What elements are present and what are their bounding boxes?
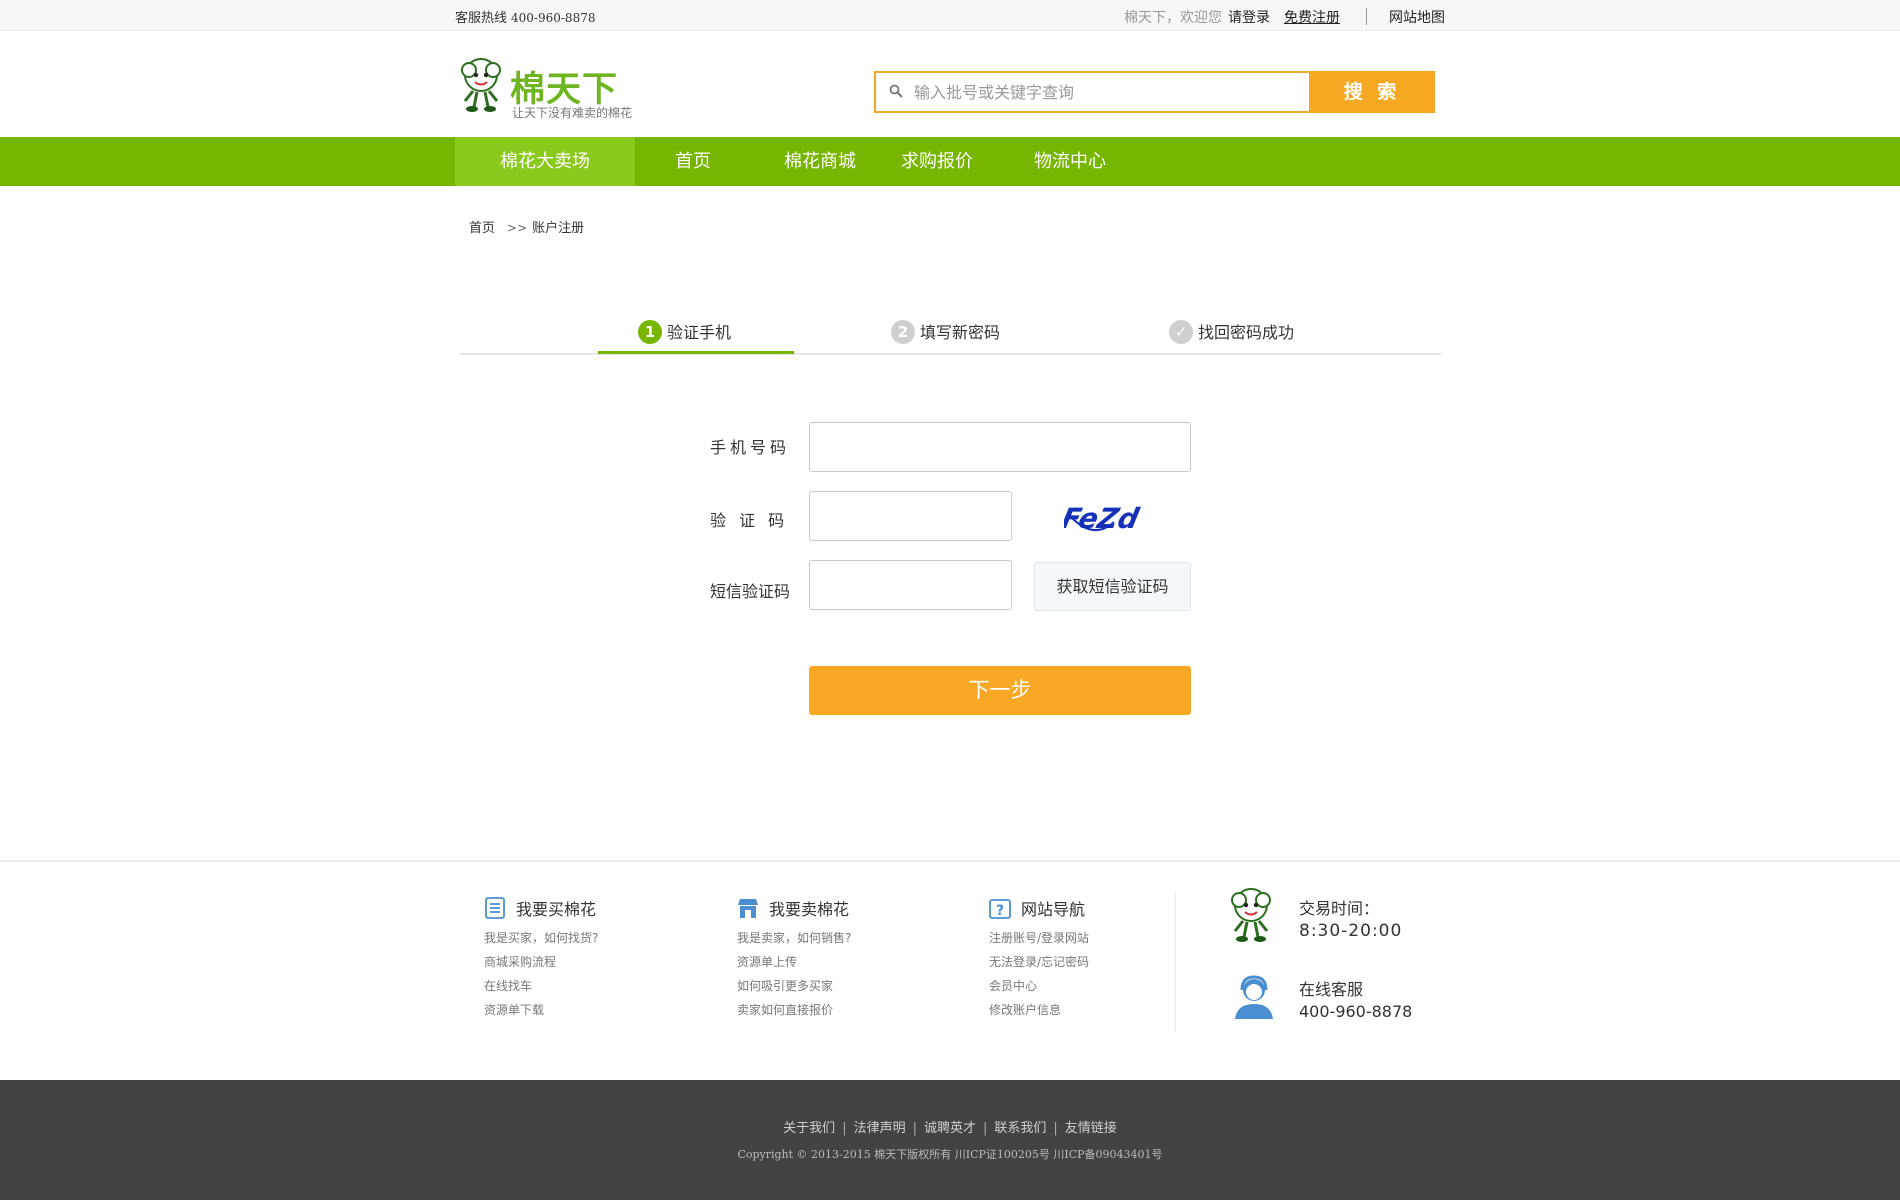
- top-bar: 客服热线 400-960-8878 棉天下，欢迎您 请登录 免费注册 网站地图: [0, 0, 1900, 31]
- phone-label: 手机号码: [710, 438, 791, 457]
- top-user-links: 棉天下，欢迎您 请登录 免费注册 网站地图: [1124, 7, 1445, 27]
- footer-column-title-text: 我要卖棉花: [769, 900, 850, 919]
- footer-column-sell: 我要卖棉花 我是卖家，如何销售? 资源单上传 如何吸引更多买家 卖家如何直接报价: [737, 897, 851, 1019]
- footer-column-title-text: 我要买棉花: [516, 900, 597, 919]
- cotton-mascot-icon: [461, 58, 501, 112]
- svg-text:?: ?: [996, 903, 1004, 919]
- logo-slogan: 让天下没有难卖的棉花: [512, 106, 633, 120]
- header: 棉天下 让天下没有难卖的棉花 搜 索: [0, 31, 1900, 137]
- step-label: 填写新密码: [920, 323, 1001, 342]
- phone-input[interactable]: [809, 422, 1191, 472]
- bottom-link-contact[interactable]: 联系我们: [994, 1121, 1046, 1136]
- breadcrumb-current: 账户注册: [532, 221, 585, 236]
- footer-column-title-text: 网站导航: [1021, 900, 1086, 919]
- footer-link[interactable]: 在线找车: [484, 978, 598, 995]
- next-step-button[interactable]: 下一步: [809, 666, 1191, 715]
- footer-link[interactable]: 如何吸引更多买家: [737, 978, 851, 995]
- search-input[interactable]: [914, 77, 1294, 107]
- nav-item-home[interactable]: 首页: [653, 137, 733, 186]
- captcha-label: 验 证 码: [710, 511, 789, 530]
- footer-divider: [1175, 892, 1176, 1032]
- progress-steps: 1 验证手机 2 填写新密码 ✓ 找回密码成功: [460, 315, 1441, 355]
- step-label: 验证手机: [667, 323, 732, 342]
- search-icon: [889, 84, 903, 98]
- divider: [1366, 8, 1367, 25]
- hotline-number: 400-960-8878: [511, 11, 596, 25]
- login-link[interactable]: 请登录: [1228, 7, 1270, 27]
- help-icon: ?: [989, 899, 1011, 919]
- register-link[interactable]: 免费注册: [1284, 7, 1340, 27]
- captcha-text: FeZd: [1064, 502, 1142, 535]
- sitemap-link[interactable]: 网站地图: [1389, 7, 1445, 27]
- step-new-password: 2 填写新密码: [891, 319, 1000, 344]
- hotline-label: 客服热线: [455, 11, 508, 26]
- step-verify-phone: 1 验证手机: [638, 319, 731, 344]
- main-nav: 棉花大卖场 首页 棉花商城 求购报价 物流中心: [0, 137, 1900, 186]
- sms-code-label: 短信验证码: [710, 582, 791, 601]
- captcha-image[interactable]: FeZd: [1064, 500, 1144, 540]
- footer-link[interactable]: 资源单下载: [484, 1002, 598, 1019]
- nav-item-logistics[interactable]: 物流中心: [1015, 137, 1125, 186]
- bottom-link-about[interactable]: 关于我们: [783, 1121, 835, 1136]
- online-service: 在线客服 400-960-8878: [1299, 979, 1412, 1023]
- footer-link[interactable]: 会员中心: [989, 978, 1089, 995]
- service-phone: 400-960-8878: [1299, 1002, 1413, 1021]
- breadcrumb-arrow: >>: [507, 221, 528, 235]
- footer: 我要买棉花 我是买家，如何找货? 商城采购流程 在线找车 资源单下载 我要卖棉花…: [0, 860, 1900, 1080]
- hotline: 客服热线 400-960-8878: [455, 7, 595, 26]
- store-icon: [738, 899, 758, 918]
- footer-link[interactable]: 商城采购流程: [484, 954, 598, 971]
- footer-link[interactable]: 修改账户信息: [989, 1002, 1089, 1019]
- nav-item-purchase-quote[interactable]: 求购报价: [887, 137, 987, 186]
- footer-link[interactable]: 无法登录/忘记密码: [989, 954, 1089, 971]
- bottom-link-legal[interactable]: 法律声明: [854, 1121, 906, 1136]
- footer-link[interactable]: 资源单上传: [737, 954, 851, 971]
- step-number: 2: [891, 320, 915, 344]
- bottom-link-friends[interactable]: 友情链接: [1065, 1121, 1117, 1136]
- footer-column-nav: ? 网站导航 注册账号/登录网站 无法登录/忘记密码 会员中心 修改账户信息: [989, 897, 1089, 1019]
- trade-time: 交易时间： 8:30-20:00: [1299, 898, 1402, 942]
- list-icon: [485, 897, 505, 919]
- bottom-links: 关于我们 | 法律声明 | 诚聘英才 | 联系我们 | 友情链接: [783, 1121, 1117, 1136]
- footer-link[interactable]: 我是卖家，如何销售?: [737, 930, 851, 947]
- service-label: 在线客服: [1299, 980, 1364, 999]
- nav-item-cotton-market[interactable]: 棉花大卖场: [455, 137, 635, 186]
- site-logo[interactable]: 棉天下 让天下没有难卖的棉花: [455, 55, 645, 123]
- footer-column-title: ? 网站导航: [989, 897, 1089, 923]
- breadcrumb-home[interactable]: 首页: [469, 221, 495, 236]
- bottom-link-careers[interactable]: 诚聘英才: [924, 1121, 976, 1136]
- customer-service-icon: [1235, 975, 1273, 1019]
- footer-link[interactable]: 注册账号/登录网站: [989, 930, 1089, 947]
- trade-time-value: 8:30-20:00: [1299, 921, 1403, 941]
- footer-link[interactable]: 我是买家，如何找货?: [484, 930, 598, 947]
- footer-column-title: 我要买棉花: [484, 897, 598, 923]
- footer-column-title: 我要卖棉花: [737, 897, 851, 923]
- check-icon: ✓: [1169, 320, 1193, 344]
- active-step-underline: [598, 351, 794, 354]
- trade-time-label: 交易时间：: [1299, 899, 1380, 918]
- breadcrumb: 首页 >> 账户注册: [469, 217, 584, 236]
- get-sms-code-button[interactable]: 获取短信验证码: [1034, 562, 1191, 611]
- bottom-bar: 关于我们 | 法律声明 | 诚聘英才 | 联系我们 | 友情链接 Copyright © 201…: [0, 1080, 1900, 1200]
- captcha-input[interactable]: [809, 491, 1012, 541]
- welcome-text: 棉天下，欢迎您: [1124, 10, 1222, 26]
- sms-code-input[interactable]: [809, 560, 1012, 610]
- search-button[interactable]: 搜 索: [1309, 71, 1435, 113]
- cotton-mascot-icon: [1231, 888, 1271, 942]
- step-number: 1: [638, 320, 662, 344]
- nav-item-cotton-mall[interactable]: 棉花商城: [765, 137, 875, 186]
- footer-link[interactable]: 卖家如何直接报价: [737, 1002, 851, 1019]
- step-success: ✓ 找回密码成功: [1169, 319, 1294, 344]
- step-label: 找回密码成功: [1198, 323, 1295, 342]
- copyright: Copyright © 2013-2015 棉天下版权所有 川ICP证10020…: [737, 1148, 1163, 1161]
- footer-column-buy: 我要买棉花 我是买家，如何找货? 商城采购流程 在线找车 资源单下载: [484, 897, 598, 1019]
- search-box: 搜 索: [874, 71, 1435, 113]
